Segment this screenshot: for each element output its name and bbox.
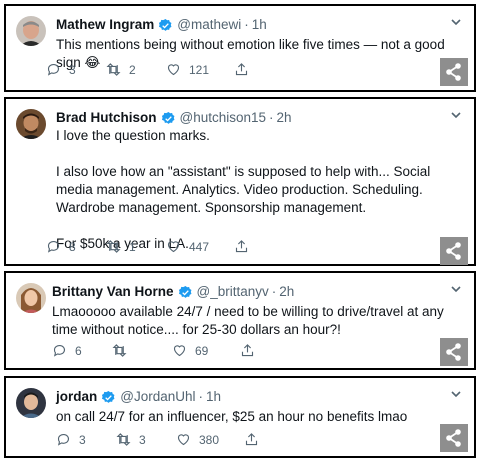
reply-icon (47, 63, 60, 76)
heart-icon (177, 434, 190, 446)
retweet-button[interactable]: 2 (106, 62, 166, 77)
like-button[interactable]: 121 (166, 62, 234, 77)
tweet-text: I love the question marks. I also love h… (56, 128, 431, 251)
share-icon (241, 344, 254, 357)
verified-badge-icon (158, 18, 173, 33)
avatar[interactable] (16, 16, 46, 46)
timestamp[interactable]: 2h (279, 283, 294, 301)
retweet-count: 1 (129, 239, 136, 254)
timestamp[interactable]: 1h (252, 16, 267, 34)
reply-icon (53, 344, 66, 357)
like-count: 121 (189, 62, 210, 77)
author-handle[interactable]: @_brittanyv (197, 283, 269, 301)
chevron-down-icon[interactable] (450, 388, 462, 400)
author-name[interactable]: Brad Hutchison (56, 109, 157, 127)
like-button[interactable]: 69 (172, 343, 240, 358)
heart-icon (167, 241, 180, 253)
chevron-down-icon[interactable] (450, 109, 462, 121)
retweet-icon (106, 63, 121, 76)
share-network-icon[interactable] (440, 338, 468, 366)
timestamp[interactable]: 1h (206, 388, 221, 406)
retweet-button[interactable]: 3 (116, 432, 176, 447)
like-count: 447 (189, 239, 210, 254)
share-icon (235, 240, 248, 253)
tweet-header: jordan @JordanUhl · 1h (56, 388, 221, 406)
reply-icon (57, 433, 70, 446)
separator-dot: · (269, 110, 274, 125)
share-network-icon[interactable] (440, 58, 468, 86)
author-name[interactable]: Mathew Ingram (56, 16, 154, 34)
separator-dot: · (198, 389, 204, 404)
like-button[interactable]: 380 (176, 432, 244, 447)
tweet-header: Mathew Ingram @mathewi · 1h (56, 16, 267, 34)
tweet-header: Brad Hutchison @hutchison15 · 2h (56, 109, 292, 127)
share-icon (245, 433, 258, 446)
chevron-down-icon[interactable] (450, 283, 462, 295)
tweet-actions: 3 3 380 (56, 432, 304, 447)
avatar[interactable] (16, 109, 46, 139)
reply-count: 6 (75, 343, 82, 358)
chevron-down-icon[interactable] (450, 16, 462, 28)
share-button[interactable] (244, 432, 304, 447)
avatar[interactable] (16, 283, 46, 313)
author-name[interactable]: Brittany Van Horne (52, 283, 174, 301)
share-button[interactable] (234, 62, 294, 77)
tweet-text: Lmaooooo available 24/7 / need to be wil… (52, 304, 444, 337)
retweet-count: 2 (129, 62, 136, 77)
tweet-actions: 6 69 (52, 343, 300, 358)
heart-icon (167, 64, 180, 76)
timestamp[interactable]: 2h (277, 109, 292, 127)
tweet-card[interactable]: jordan @JordanUhl · 1h on call 24/7 for … (4, 376, 476, 458)
heart-icon (173, 345, 186, 357)
tweet-actions: 8 1 447 (46, 239, 294, 254)
retweet-icon (106, 240, 121, 253)
verified-badge-icon (101, 390, 116, 405)
separator-dot: · (244, 17, 249, 32)
share-icon (235, 63, 248, 76)
tweet-card[interactable]: Brittany Van Horne @_brittanyv · 2h Lmao… (4, 271, 476, 370)
reply-button[interactable]: 3 (56, 432, 116, 447)
verified-badge-icon (178, 285, 193, 300)
avatar[interactable] (16, 388, 46, 418)
retweet-button[interactable] (112, 343, 172, 358)
reply-count: 3 (69, 62, 76, 77)
author-handle[interactable]: @JordanUhl (120, 388, 195, 406)
like-count: 69 (195, 343, 209, 358)
author-handle[interactable]: @hutchison15 (180, 109, 267, 127)
tweet-text: on call 24/7 for an influencer, $25 an h… (56, 409, 408, 424)
reply-button[interactable]: 8 (46, 239, 106, 254)
share-button[interactable] (240, 343, 300, 358)
retweet-count: 3 (139, 432, 146, 447)
author-handle[interactable]: @mathewi (177, 16, 241, 34)
like-count: 380 (199, 432, 220, 447)
like-button[interactable]: 447 (166, 239, 234, 254)
reply-count: 3 (79, 432, 86, 447)
retweet-icon (112, 344, 127, 357)
share-button[interactable] (234, 239, 294, 254)
author-name[interactable]: jordan (56, 388, 97, 406)
retweet-button[interactable]: 1 (106, 239, 166, 254)
reply-icon (47, 240, 60, 253)
retweet-icon (116, 433, 131, 446)
separator-dot: · (271, 284, 277, 299)
tweet-actions: 3 2 121 (46, 62, 294, 77)
reply-button[interactable]: 3 (46, 62, 106, 77)
tweet-header: Brittany Van Horne @_brittanyv · 2h (52, 283, 294, 301)
tweet-card[interactable]: Brad Hutchison @hutchison15 · 2h I love … (4, 97, 476, 266)
share-network-icon[interactable] (440, 237, 468, 265)
verified-badge-icon (161, 111, 176, 126)
tweet-card[interactable]: Mathew Ingram @mathewi · 1h This mention… (4, 4, 476, 92)
reply-button[interactable]: 6 (52, 343, 112, 358)
reply-count: 8 (69, 239, 76, 254)
share-network-icon[interactable] (440, 424, 468, 452)
